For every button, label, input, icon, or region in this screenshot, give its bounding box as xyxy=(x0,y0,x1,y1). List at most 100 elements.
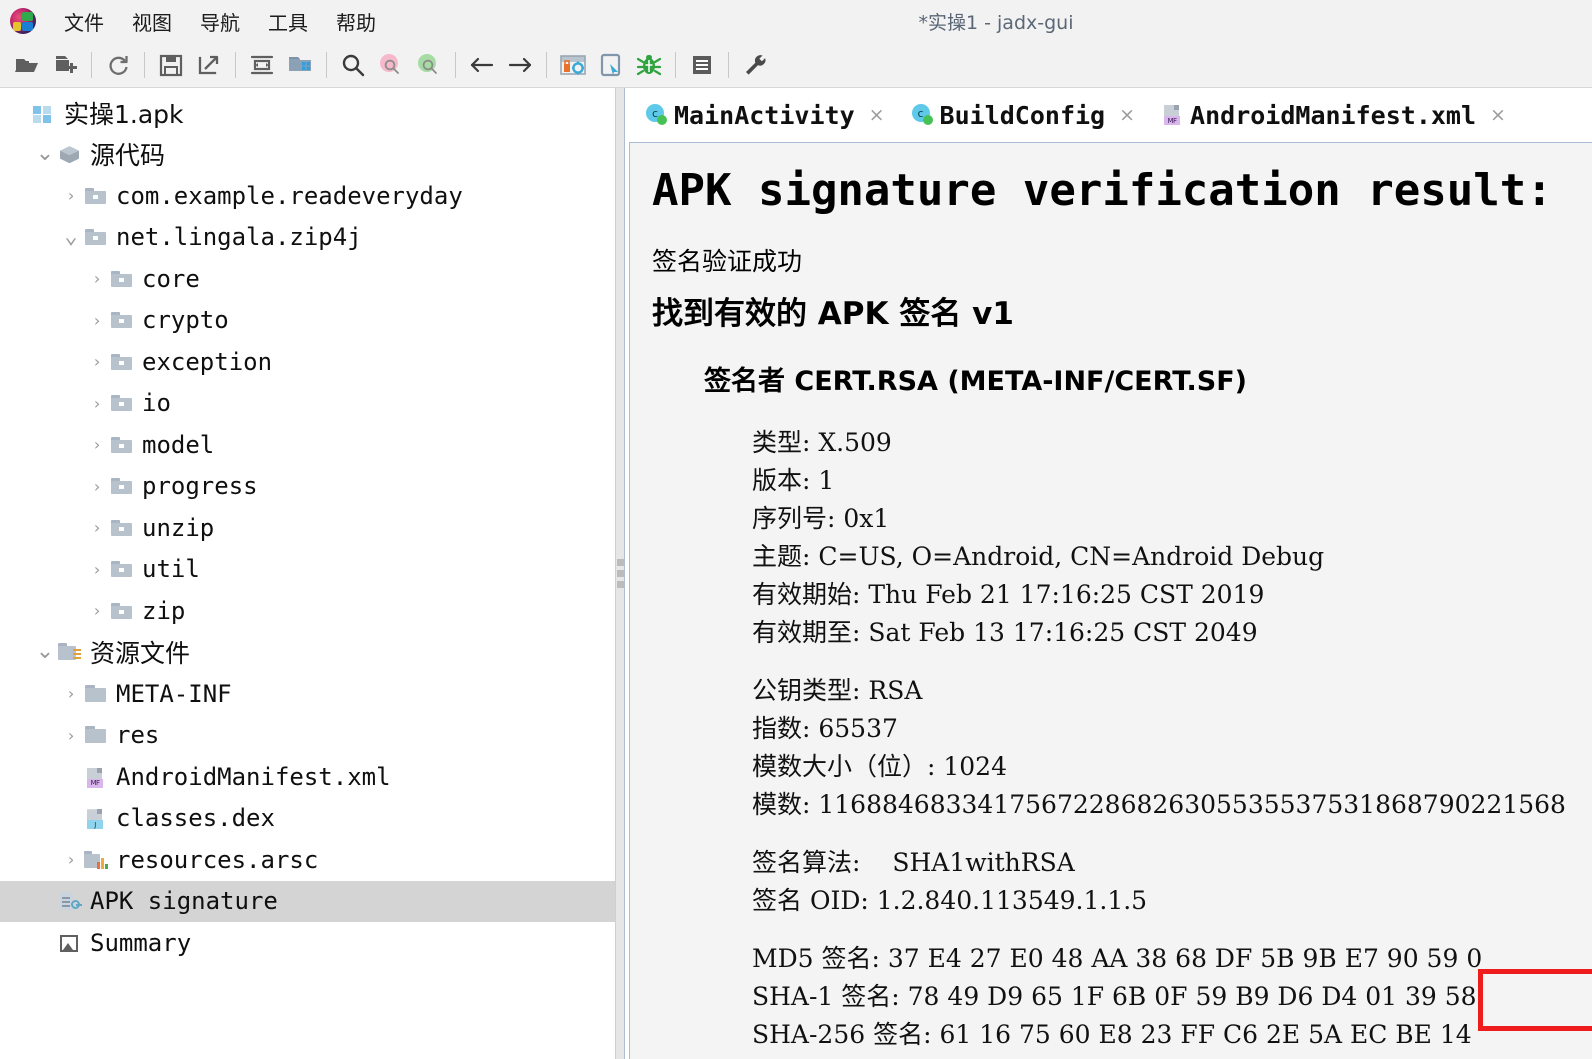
tree-item-io[interactable]: › io xyxy=(0,383,615,425)
tree-item-unzip[interactable]: › unzip xyxy=(0,507,615,549)
back-arrow-icon[interactable] xyxy=(463,46,501,84)
folder-icon xyxy=(110,434,136,456)
tab-mainactivity[interactable]: c MainActivity × xyxy=(645,101,885,130)
forward-arrow-icon[interactable] xyxy=(501,46,539,84)
chevron-right-icon[interactable]: › xyxy=(84,518,110,537)
tree-item-model[interactable]: › model xyxy=(0,424,615,466)
chevron-right-icon[interactable]: › xyxy=(84,560,110,579)
chevron-right-icon[interactable]: › xyxy=(84,477,110,496)
tree-item-summary[interactable]: Summary xyxy=(0,922,615,964)
tree-item-label: net.lingala.zip4j xyxy=(116,223,362,252)
search-pink-icon[interactable] xyxy=(372,46,410,84)
public-key-details: 公钥类型: RSA 指数: 65537 模数大小（位）: 1024 模数: 11688… xyxy=(652,672,1592,824)
hash-signature-line: SHA-1 签名: 78 49 D9 65 1F 6B 0F 59 B9 D6 … xyxy=(752,982,1477,1011)
tree-item-util[interactable]: › util xyxy=(0,549,615,591)
tree-item-progress[interactable]: › progress xyxy=(0,466,615,508)
chevron-right-icon[interactable]: › xyxy=(84,435,110,454)
preferences-wrench-icon[interactable] xyxy=(736,46,774,84)
cube-icon xyxy=(58,143,84,165)
chevron-down-icon[interactable]: ⌄ xyxy=(32,143,58,165)
pane-splitter[interactable] xyxy=(615,88,625,1059)
debugger-bug-icon[interactable] xyxy=(630,46,668,84)
hash-signature-line: SHA-256 签名: 61 16 75 60 E8 23 FF C6 2E 5… xyxy=(752,1020,1472,1049)
chevron-right-icon[interactable]: › xyxy=(58,850,84,869)
tab-close-icon[interactable]: × xyxy=(1490,104,1506,126)
menu-navigate[interactable]: 导航 xyxy=(186,4,254,39)
menu-help[interactable]: 帮助 xyxy=(322,4,390,39)
tree-item-classes-dex[interactable]: Jclasses.dex xyxy=(0,798,615,840)
tree-item-label: io xyxy=(142,389,171,418)
deobfuscation-icon[interactable] xyxy=(554,46,592,84)
export-gradle-icon[interactable] xyxy=(190,46,228,84)
tree-item-resources[interactable]: ⌄ 资源文件 xyxy=(0,632,615,674)
chevron-right-icon[interactable]: › xyxy=(58,186,84,205)
toolbar-separator xyxy=(91,51,92,78)
save-all-icon[interactable] xyxy=(152,46,190,84)
menu-file[interactable]: 文件 xyxy=(50,4,118,39)
tree-item-label: zip xyxy=(142,596,186,625)
folder-plain-icon xyxy=(84,724,110,746)
certificate-detail-line: 有效期至: Sat Feb 13 17:16:25 CST 2049 xyxy=(752,618,1258,647)
tree-item-label: exception xyxy=(142,347,273,376)
folder-icon xyxy=(110,517,136,539)
folder-icon xyxy=(110,600,136,622)
chevron-right-icon[interactable]: › xyxy=(84,601,110,620)
project-tree[interactable]: 实操1.apk ⌄ 源代码 › com.example.readeveryday ⌄ net… xyxy=(0,88,615,1059)
chevron-down-icon[interactable]: ⌄ xyxy=(58,226,84,248)
tree-item-net-lingala-zip4j[interactable]: ⌄ net.lingala.zip4j xyxy=(0,217,615,259)
toolbar-separator xyxy=(144,51,145,78)
tree-item-apk-root[interactable]: 实操1.apk xyxy=(0,92,615,134)
tree-item-core[interactable]: › core xyxy=(0,258,615,300)
signature-algorithm-line: 签名算法: SHA1withRSA xyxy=(752,844,1592,882)
tab-androidmanifest-xml[interactable]: MF AndroidManifest.xml × xyxy=(1161,101,1506,130)
folder-icon xyxy=(84,226,110,248)
tree-item-label: Summary xyxy=(90,928,192,957)
chevron-right-icon[interactable]: › xyxy=(84,394,110,413)
tree-item-apk-signature[interactable]: APK signature xyxy=(0,880,615,922)
tree-item-label: res xyxy=(116,721,160,750)
tab-close-icon[interactable]: × xyxy=(1119,104,1135,126)
tree-item-crypto[interactable]: › crypto xyxy=(0,300,615,342)
open-device-icon[interactable] xyxy=(592,46,630,84)
chevron-right-icon[interactable]: › xyxy=(58,726,84,745)
open-file-icon[interactable] xyxy=(8,46,46,84)
search-icon[interactable] xyxy=(334,46,372,84)
toolbar-separator xyxy=(326,51,327,78)
sync-icon[interactable] xyxy=(243,46,281,84)
xml-badge-label: MF xyxy=(1164,116,1181,125)
chevron-right-icon[interactable]: › xyxy=(58,684,84,703)
tree-item-source-code[interactable]: ⌄ 源代码 xyxy=(0,134,615,176)
tab-close-icon[interactable]: × xyxy=(869,104,885,126)
chevron-down-icon[interactable]: ⌄ xyxy=(32,641,58,663)
folder-icon xyxy=(110,309,136,331)
toolbar-separator xyxy=(455,51,456,78)
report-status: 签名验证成功 xyxy=(652,247,803,276)
add-files-icon[interactable] xyxy=(46,46,84,84)
tree-item-zip[interactable]: › zip xyxy=(0,590,615,632)
tree-item-meta-inf[interactable]: › META-INF xyxy=(0,673,615,715)
logs-icon[interactable] xyxy=(683,46,721,84)
menu-view[interactable]: 视图 xyxy=(118,4,186,39)
tree-item-resources-arsc[interactable]: › resources.arsc xyxy=(0,839,615,881)
tree-item-androidmanifest-xml[interactable]: MF AndroidManifest.xml xyxy=(0,756,615,798)
reload-icon[interactable] xyxy=(99,46,137,84)
editor-tab-bar: c MainActivity × c BuildConfig × MF Andr… xyxy=(625,88,1592,142)
tree-item-com-example-readeveryday[interactable]: › com.example.readeveryday xyxy=(0,175,615,217)
certificate-detail-line: 主题: C=US, O=Android, CN=Android Debug xyxy=(752,542,1325,571)
flat-packages-icon[interactable] xyxy=(281,46,319,84)
chevron-right-icon[interactable]: › xyxy=(84,269,110,288)
folder-icon xyxy=(110,475,136,497)
chevron-right-icon[interactable]: › xyxy=(84,352,110,371)
tree-item-label: com.example.readeveryday xyxy=(116,181,463,210)
search-green-icon[interactable] xyxy=(410,46,448,84)
certificate-detail-line: 类型: X.509 xyxy=(752,428,892,457)
tree-item-label: 实操1.apk xyxy=(64,99,184,129)
xml-file-icon: MF xyxy=(1161,103,1185,127)
tree-item-exception[interactable]: › exception xyxy=(0,341,615,383)
menu-tools[interactable]: 工具 xyxy=(254,4,322,39)
tree-item-res[interactable]: › res xyxy=(0,715,615,757)
java-class-icon: c xyxy=(911,103,935,127)
chevron-right-icon[interactable]: › xyxy=(84,311,110,330)
toolbar-separator xyxy=(675,51,676,78)
tab-buildconfig[interactable]: c BuildConfig × xyxy=(911,101,1135,130)
